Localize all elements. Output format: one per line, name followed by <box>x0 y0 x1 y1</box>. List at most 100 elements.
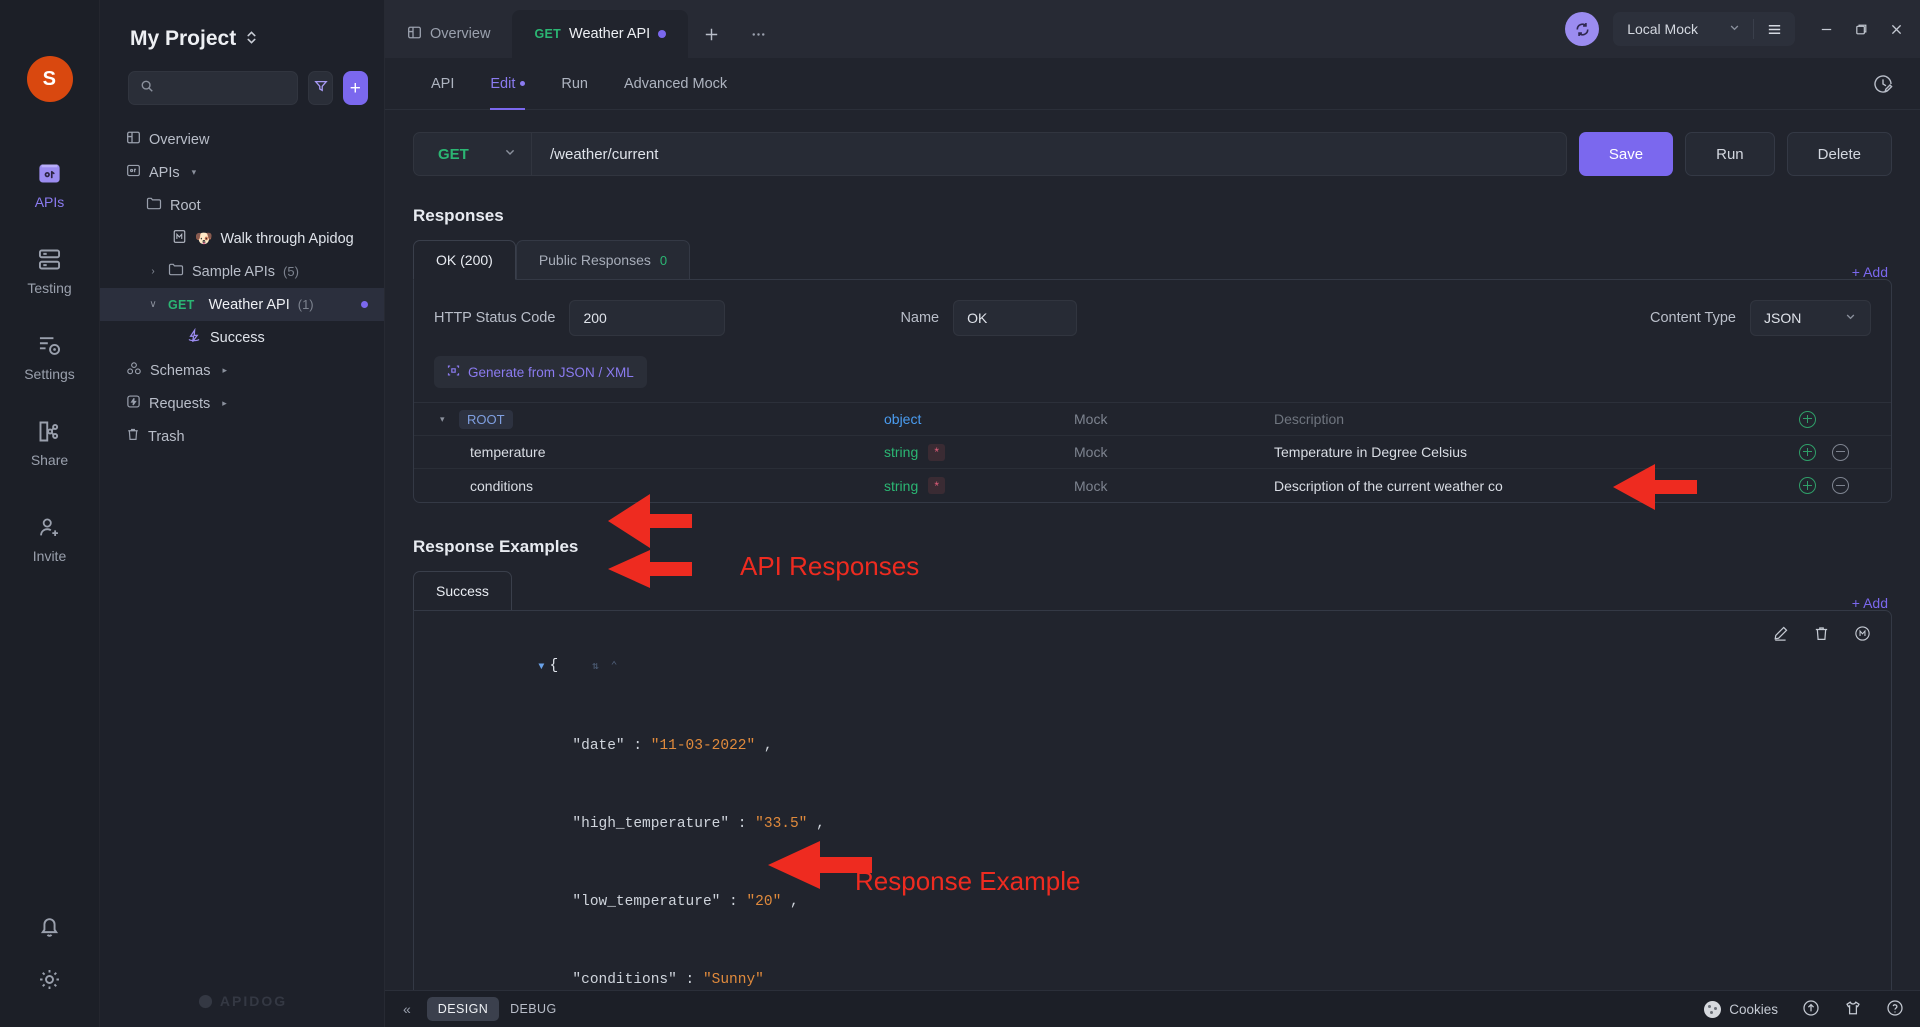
tree-item-label: Requests <box>149 395 211 412</box>
response-tab-public-responses[interactable]: Public Responses 0 <box>515 240 691 280</box>
tree-item-label: Root <box>170 197 201 214</box>
gear-icon[interactable] <box>36 966 63 993</box>
environment-selector[interactable]: Local Mock <box>1613 12 1795 46</box>
tree-doc-walkthrough[interactable]: 🐶 Walk through Apidog <box>100 222 384 255</box>
table-row[interactable]: temperature string * Mock Temperature in… <box>414 436 1891 469</box>
tree-item-overview[interactable]: Overview <box>100 123 384 156</box>
delete-button[interactable]: Delete <box>1786 132 1892 176</box>
mode-debug[interactable]: DEBUG <box>499 997 567 1021</box>
trash-icon[interactable] <box>1813 625 1830 647</box>
folder-icon <box>146 196 162 215</box>
json-viewer[interactable]: ▼ {⇅⌃ "date" : "11-03-2022" , "high_tempe… <box>434 627 1871 990</box>
chevron-down-icon[interactable]: ▾ <box>440 414 450 425</box>
window-tab-overview[interactable]: Overview <box>385 10 512 58</box>
schema-mock-cell[interactable]: Mock <box>1074 444 1274 460</box>
tree-folder-sample-apis[interactable]: › Sample APIs (5) <box>100 255 384 288</box>
filter-button[interactable] <box>308 71 333 105</box>
mode-switch: DESIGN DEBUG <box>426 997 568 1021</box>
status-bar: « DESIGN DEBUG Cookies <box>385 990 1920 1027</box>
generate-from-json-xml-button[interactable]: Generate from JSON / XML <box>434 356 647 388</box>
new-tab-button[interactable] <box>688 10 735 58</box>
table-row[interactable]: conditions string * Mock Description of … <box>414 469 1891 502</box>
tree-group-requests[interactable]: Requests ▸ <box>100 387 384 420</box>
minimize-icon[interactable] <box>1819 22 1834 37</box>
history-button[interactable] <box>1872 73 1920 95</box>
schema-actions-cell <box>1799 477 1891 494</box>
rail-item-share[interactable]: Share <box>0 406 100 478</box>
add-field-icon[interactable] <box>1799 410 1816 428</box>
overview-icon <box>126 130 141 149</box>
rail-item-apis[interactable]: APIs <box>0 148 100 220</box>
rail-item-label: APIs <box>34 194 65 210</box>
example-tab-success[interactable]: Success <box>413 571 512 611</box>
generate-icon <box>447 364 460 380</box>
tab-label: API <box>431 75 455 92</box>
add-field-icon[interactable] <box>1799 443 1816 461</box>
path-input[interactable] <box>532 145 1566 163</box>
tree-example-success[interactable]: Success <box>100 321 384 354</box>
status-bar-right: Cookies <box>1704 999 1904 1020</box>
rail-item-testing[interactable]: Testing <box>0 234 100 306</box>
response-tab-ok-200[interactable]: OK (200) <box>413 240 516 280</box>
help-circle-icon[interactable] <box>1886 999 1904 1020</box>
tree-group-schemas[interactable]: Schemas ▸ <box>100 354 384 387</box>
name-input[interactable]: OK <box>953 300 1078 336</box>
remove-field-icon[interactable] <box>1832 443 1849 461</box>
schema-description-cell[interactable]: Temperature in Degree Celsius <box>1274 444 1799 460</box>
run-button[interactable]: Run <box>1685 132 1775 176</box>
tree-item-trash[interactable]: Trash <box>100 420 384 453</box>
close-icon[interactable] <box>1889 22 1904 37</box>
maximize-icon[interactable] <box>1854 22 1869 37</box>
collapse-caret-icon[interactable]: ▼ <box>538 662 544 673</box>
tab-edit[interactable]: Edit <box>472 58 543 110</box>
schema-type-cell[interactable]: string * <box>884 477 1074 494</box>
table-row[interactable]: ▾ ROOT object Mock Description <box>414 403 1891 436</box>
schema-type: object <box>884 411 922 427</box>
add-response-button[interactable]: + Add <box>1852 264 1892 280</box>
content-type-select[interactable]: JSON <box>1750 300 1871 336</box>
add-resource-button[interactable]: + <box>342 71 368 105</box>
tree-group-apis[interactable]: APIs ▾ <box>100 156 384 189</box>
schema-type-cell[interactable]: string * <box>884 443 1074 461</box>
schema-mock-cell[interactable]: Mock <box>1074 478 1274 494</box>
json-mini-tools-icon[interactable]: ⇅⌃ <box>592 661 629 673</box>
shirt-icon[interactable] <box>1844 999 1862 1020</box>
tree-api-weather[interactable]: ∨ GET Weather API (1) <box>100 288 384 321</box>
requests-icon <box>126 394 141 413</box>
bell-icon[interactable] <box>36 913 63 940</box>
more-tabs-button[interactable] <box>735 10 782 58</box>
rail-item-invite[interactable]: Invite <box>0 502 100 574</box>
schema-description-cell[interactable]: Description <box>1274 411 1799 427</box>
tab-api[interactable]: API <box>413 58 472 110</box>
environment-menu-button[interactable] <box>1754 21 1795 38</box>
status-code-input[interactable]: 200 <box>569 300 726 336</box>
project-switcher[interactable]: My Project <box>100 0 384 51</box>
sync-button[interactable] <box>1565 12 1600 46</box>
tab-advanced-mock[interactable]: Advanced Mock <box>606 58 745 110</box>
mode-design[interactable]: DESIGN <box>426 997 500 1021</box>
edit-icon[interactable] <box>1772 625 1789 647</box>
rail-item-settings[interactable]: Settings <box>0 320 100 392</box>
tree-folder-root[interactable]: Root <box>100 189 384 222</box>
response-detail-panel: HTTP Status Code 200 Name OK Content Typ… <box>413 279 1892 503</box>
remove-field-icon[interactable] <box>1832 477 1849 494</box>
schema-description-cell[interactable]: Description of the current weather co <box>1274 478 1799 494</box>
save-button[interactable]: Save <box>1578 132 1674 176</box>
tab-run[interactable]: Run <box>543 58 606 110</box>
cookies-button[interactable]: Cookies <box>1704 1000 1778 1018</box>
tree-item-label: Success <box>210 329 265 346</box>
search-input[interactable] <box>161 80 287 96</box>
method-dropdown[interactable]: GET <box>414 132 532 176</box>
add-example-button[interactable]: + Add <box>1852 595 1892 611</box>
search-box[interactable] <box>128 71 299 105</box>
upload-circle-icon[interactable] <box>1802 999 1820 1020</box>
collapse-sidebar-button[interactable]: « <box>397 1001 417 1017</box>
environment-dropdown[interactable]: Local Mock <box>1613 21 1753 37</box>
window-tab-weather-api[interactable]: GET Weather API <box>512 10 689 58</box>
watermark-label: APIDOG <box>219 993 288 1009</box>
add-field-icon[interactable] <box>1799 477 1816 494</box>
schema-type-cell[interactable]: object <box>884 411 1074 427</box>
avatar[interactable]: S <box>26 56 73 102</box>
schema-mock-cell[interactable]: Mock <box>1074 411 1274 427</box>
mock-circle-icon[interactable] <box>1854 625 1871 647</box>
